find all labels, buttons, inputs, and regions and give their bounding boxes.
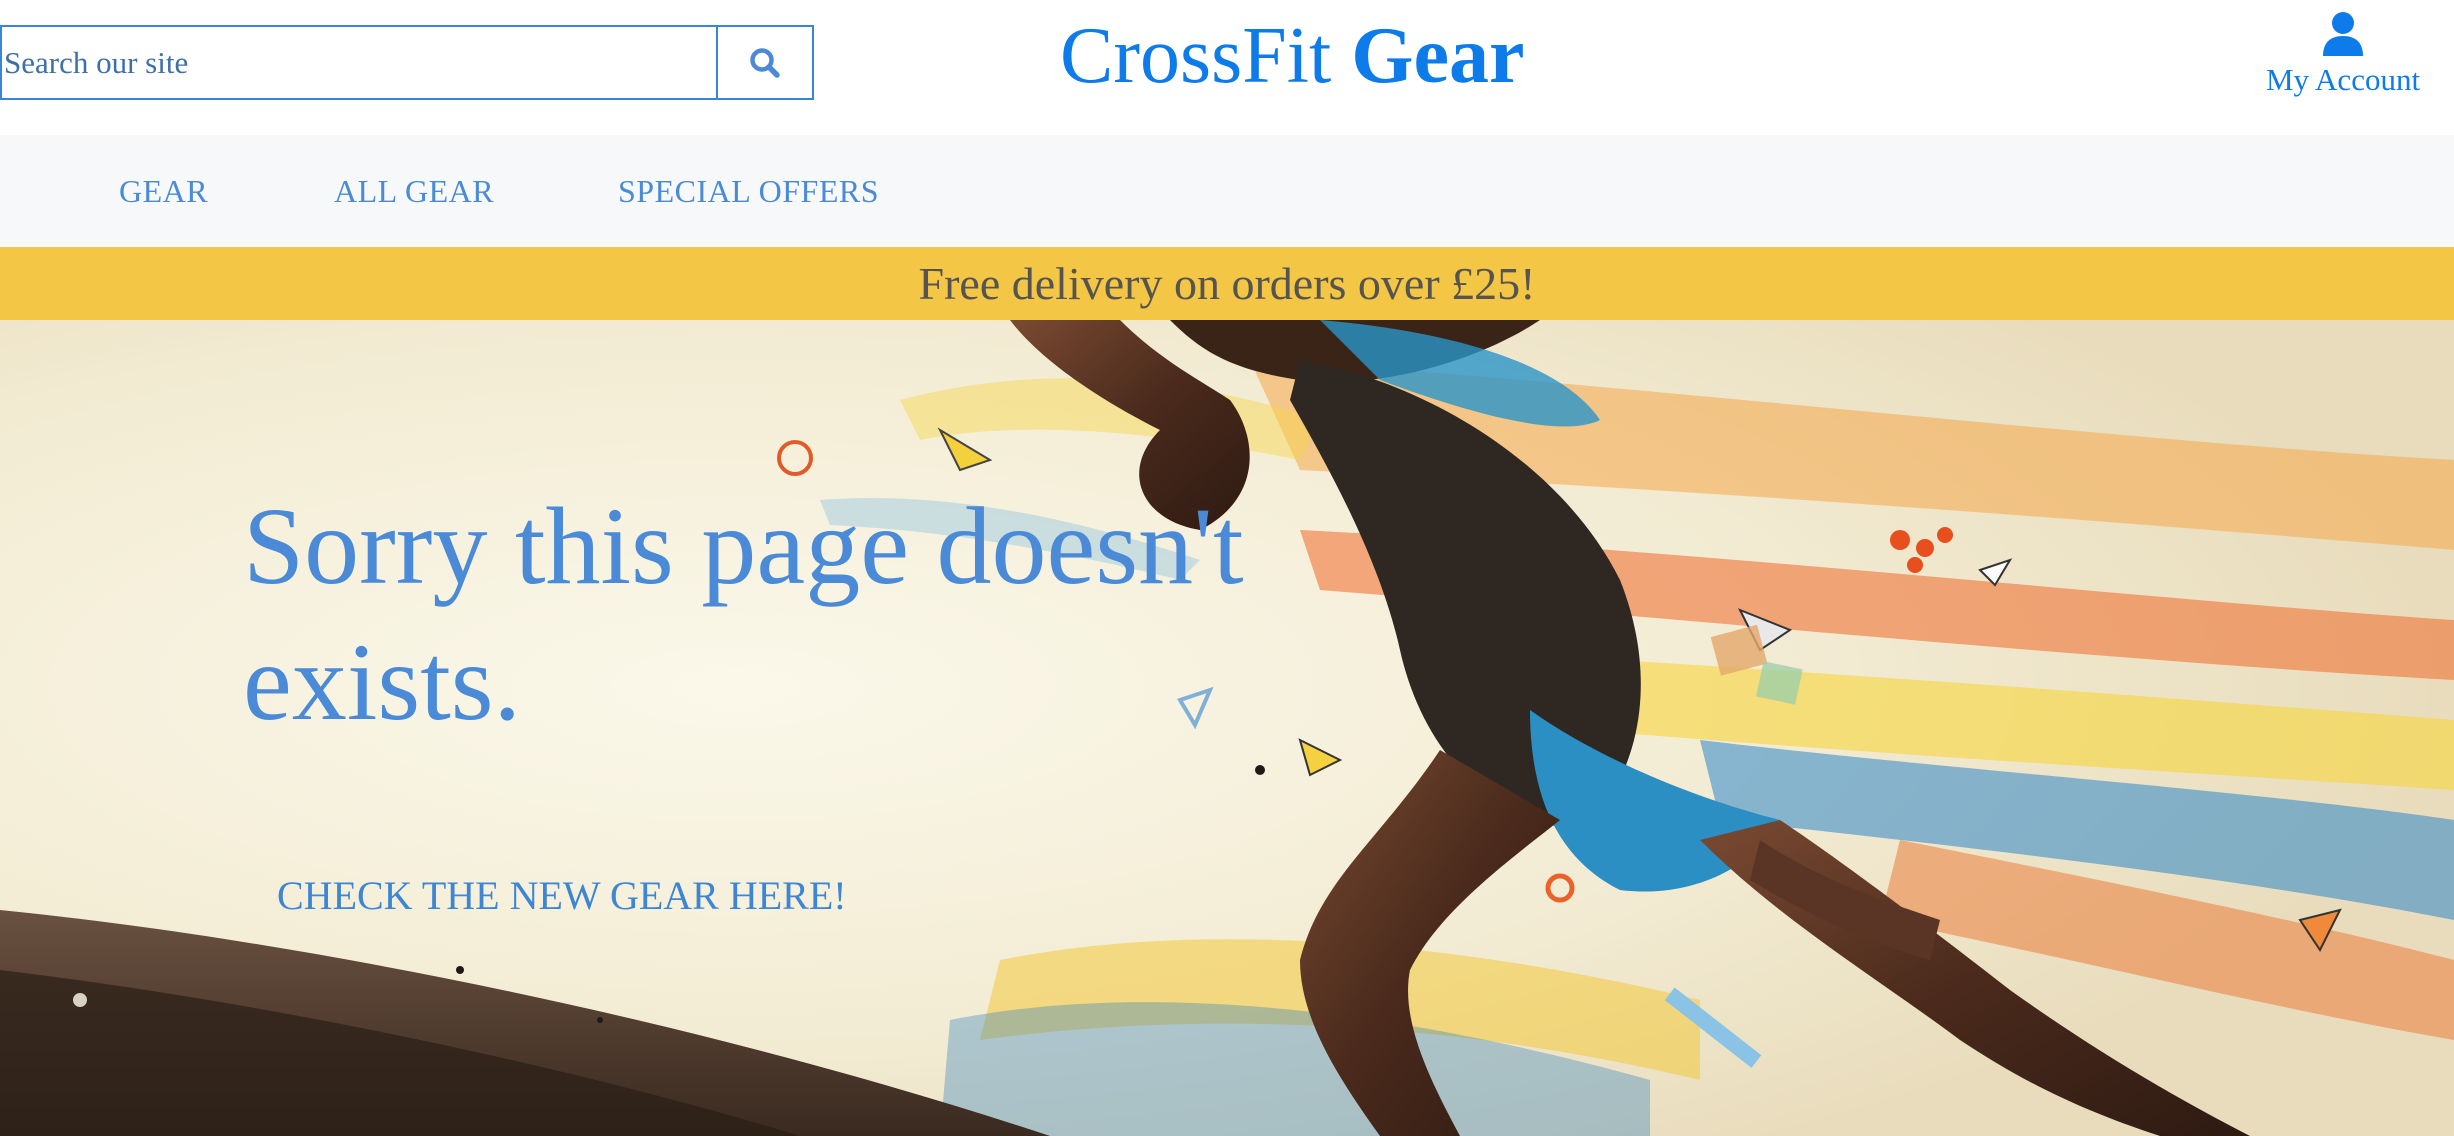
nav-item-gear[interactable]: GEAR: [119, 173, 208, 210]
nav-item-all-gear[interactable]: ALL GEAR: [334, 173, 494, 210]
search-icon: [750, 47, 780, 78]
nav-item-special-offers[interactable]: SPECIAL OFFERS: [618, 173, 879, 210]
search-form: [0, 25, 814, 100]
my-account-link[interactable]: My Account: [2258, 10, 2428, 98]
search-button[interactable]: [716, 25, 814, 100]
delivery-banner: Free delivery on orders over £25!: [0, 247, 2454, 320]
site-header: CrossFit Gear My Account: [0, 0, 2454, 135]
page-not-found-heading: Sorry this page doesn't exists.: [243, 485, 1244, 743]
site-logo[interactable]: CrossFit Gear: [1060, 6, 1524, 106]
logo-text-regular: CrossFit: [1060, 12, 1332, 100]
main-nav: GEAR ALL GEAR SPECIAL OFFERS: [0, 135, 2454, 247]
user-icon: [2323, 12, 2363, 56]
logo-text-bold: Gear: [1351, 12, 1525, 100]
search-input[interactable]: [0, 25, 716, 100]
hero-section: Sorry this page doesn't exists. CHECK TH…: [0, 320, 2454, 1136]
my-account-label: My Account: [2265, 62, 2421, 97]
check-new-gear-link[interactable]: CHECK THE NEW GEAR HERE!: [277, 872, 847, 919]
